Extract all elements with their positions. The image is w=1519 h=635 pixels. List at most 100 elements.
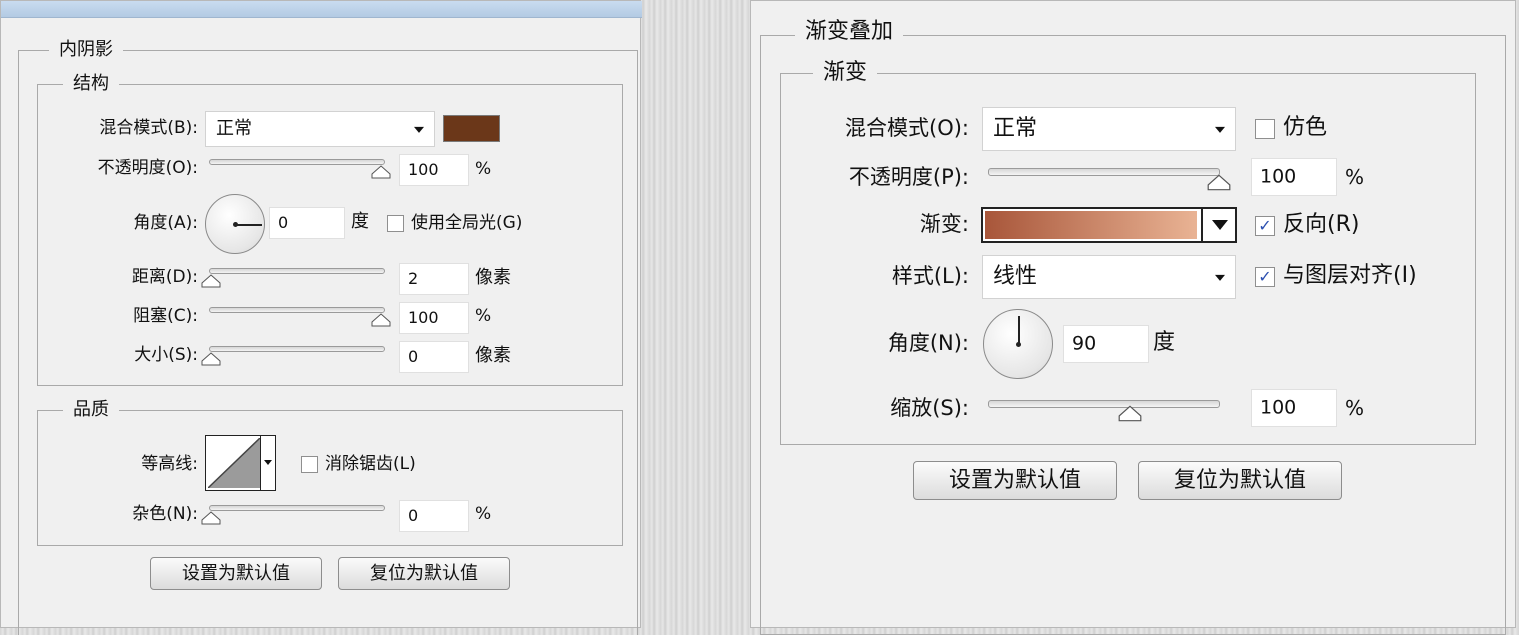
angle-label: 角度(A): xyxy=(133,213,198,233)
gradient-angle-dial-needle xyxy=(1018,316,1020,345)
antialias-checkbox[interactable] xyxy=(301,456,318,473)
blend-mode-value: 正常 xyxy=(216,118,252,139)
distance-value: 2 xyxy=(408,269,419,288)
choke-value: 100 xyxy=(408,308,439,327)
reverse-checkbox[interactable]: ✓ xyxy=(1255,216,1275,236)
choke-label: 阻塞(C): xyxy=(133,306,198,326)
angle-value: 0 xyxy=(278,213,289,232)
opacity-slider-track[interactable] xyxy=(209,159,385,165)
size-value: 0 xyxy=(408,347,419,366)
gradient-picker[interactable] xyxy=(981,207,1237,243)
distance-input[interactable]: 2 xyxy=(399,263,469,295)
angle-dial-needle xyxy=(236,224,262,226)
opacity-input[interactable]: 100 xyxy=(399,154,469,186)
global-light-checkbox[interactable] xyxy=(387,215,404,232)
reverse-label: 反向(R) xyxy=(1283,212,1360,237)
dither-label: 仿色 xyxy=(1283,115,1328,140)
opacity-unit: % xyxy=(475,159,492,179)
opacity-slider-thumb[interactable] xyxy=(371,165,391,179)
scale-input[interactable]: 100 xyxy=(1251,389,1337,427)
gradient-group-title: 渐变 xyxy=(813,62,878,84)
style-select[interactable]: 线性 xyxy=(982,255,1236,299)
gradient-angle-dial[interactable] xyxy=(983,309,1053,379)
contour-picker[interactable] xyxy=(205,435,276,491)
choke-input[interactable]: 100 xyxy=(399,302,469,334)
gradient-blend-mode-label: 混合模式(O): xyxy=(845,116,969,140)
noise-unit: % xyxy=(475,504,492,524)
chevron-down-icon xyxy=(1215,126,1225,133)
size-slider-track[interactable] xyxy=(209,346,385,352)
gradient-opacity-label: 不透明度(P): xyxy=(848,165,969,189)
gradient-angle-value: 90 xyxy=(1072,332,1097,355)
reset-default-label: 复位为默认值 xyxy=(370,562,478,584)
shadow-color-swatch[interactable] xyxy=(443,115,500,142)
gradient-overlay-title: 渐变叠加 xyxy=(795,21,904,43)
distance-label: 距离(D): xyxy=(131,267,198,287)
noise-value: 0 xyxy=(408,506,419,525)
gradient-blend-mode-select[interactable]: 正常 xyxy=(982,107,1236,151)
reset-default-button[interactable]: 复位为默认值 xyxy=(338,557,510,590)
distance-slider-thumb[interactable] xyxy=(201,274,221,288)
gradient-opacity-slider-track[interactable] xyxy=(988,168,1220,176)
gradient-opacity-slider-thumb[interactable] xyxy=(1207,174,1231,191)
scale-value: 100 xyxy=(1260,396,1297,419)
align-with-layer-label: 与图层对齐(I) xyxy=(1283,263,1417,288)
blend-mode-label: 混合模式(B): xyxy=(99,118,198,138)
make-default-button[interactable]: 设置为默认值 xyxy=(150,557,322,590)
choke-slider-thumb[interactable] xyxy=(371,313,391,327)
scale-slider-thumb[interactable] xyxy=(1118,405,1142,422)
dither-checkbox[interactable] xyxy=(1255,119,1275,139)
inner-shadow-panel: 内阴影 结构 混合模式(B): 正常 不透明度(O): 100 % 角度(A):… xyxy=(0,0,642,635)
noise-input[interactable]: 0 xyxy=(399,500,469,532)
align-with-layer-checkbox[interactable]: ✓ xyxy=(1255,267,1275,287)
angle-unit: 度 xyxy=(351,211,369,232)
style-label: 样式(L): xyxy=(891,264,969,288)
chevron-down-icon xyxy=(1215,274,1225,281)
choke-slider-track[interactable] xyxy=(209,307,385,313)
gradient-opacity-value: 100 xyxy=(1260,165,1297,188)
structure-title: 结构 xyxy=(63,75,119,93)
gradient-reset-default-label: 复位为默认值 xyxy=(1173,467,1306,493)
style-value: 线性 xyxy=(993,264,1038,289)
noise-label: 杂色(N): xyxy=(132,504,198,524)
global-light-label: 使用全局光(G) xyxy=(411,213,523,233)
scale-slider-track[interactable] xyxy=(988,400,1220,408)
contour-preview-icon xyxy=(208,438,260,488)
chevron-down-icon xyxy=(414,126,424,133)
distance-unit: 像素 xyxy=(475,267,511,288)
opacity-label: 不透明度(O): xyxy=(97,158,198,178)
noise-slider-track[interactable] xyxy=(209,505,385,511)
gradient-blend-mode-value: 正常 xyxy=(993,116,1038,141)
size-unit: 像素 xyxy=(475,345,511,366)
size-label: 大小(S): xyxy=(134,345,198,365)
choke-unit: % xyxy=(475,306,492,326)
gradient-angle-unit: 度 xyxy=(1153,330,1176,355)
gradient-dropdown-icon xyxy=(1201,209,1235,241)
contour-dropdown-icon xyxy=(260,436,275,490)
angle-dial-center xyxy=(232,221,238,227)
gradient-make-default-label: 设置为默认值 xyxy=(948,467,1081,493)
noise-slider-thumb[interactable] xyxy=(201,511,221,525)
scale-unit: % xyxy=(1345,396,1365,420)
gradient-label: 渐变: xyxy=(919,212,969,236)
antialias-label: 消除锯齿(L) xyxy=(325,454,416,474)
gradient-opacity-unit: % xyxy=(1345,165,1365,189)
blend-mode-select[interactable]: 正常 xyxy=(205,111,435,147)
make-default-label: 设置为默认值 xyxy=(182,562,290,584)
gradient-angle-dial-center xyxy=(1015,341,1021,347)
size-input[interactable]: 0 xyxy=(399,341,469,373)
gradient-opacity-input[interactable]: 100 xyxy=(1251,158,1337,196)
quality-title: 品质 xyxy=(63,401,119,419)
inner-shadow-title: 内阴影 xyxy=(49,41,123,59)
contour-label: 等高线: xyxy=(141,454,198,474)
gradient-preview xyxy=(985,211,1197,239)
opacity-value: 100 xyxy=(408,160,439,179)
gradient-reset-default-button[interactable]: 复位为默认值 xyxy=(1138,461,1342,500)
distance-slider-track[interactable] xyxy=(209,268,385,274)
gradient-make-default-button[interactable]: 设置为默认值 xyxy=(913,461,1117,500)
gradient-angle-label: 角度(N): xyxy=(887,331,969,355)
angle-dial[interactable] xyxy=(205,194,265,254)
size-slider-thumb[interactable] xyxy=(201,352,221,366)
angle-input[interactable]: 0 xyxy=(269,207,345,239)
gradient-angle-input[interactable]: 90 xyxy=(1063,325,1149,363)
